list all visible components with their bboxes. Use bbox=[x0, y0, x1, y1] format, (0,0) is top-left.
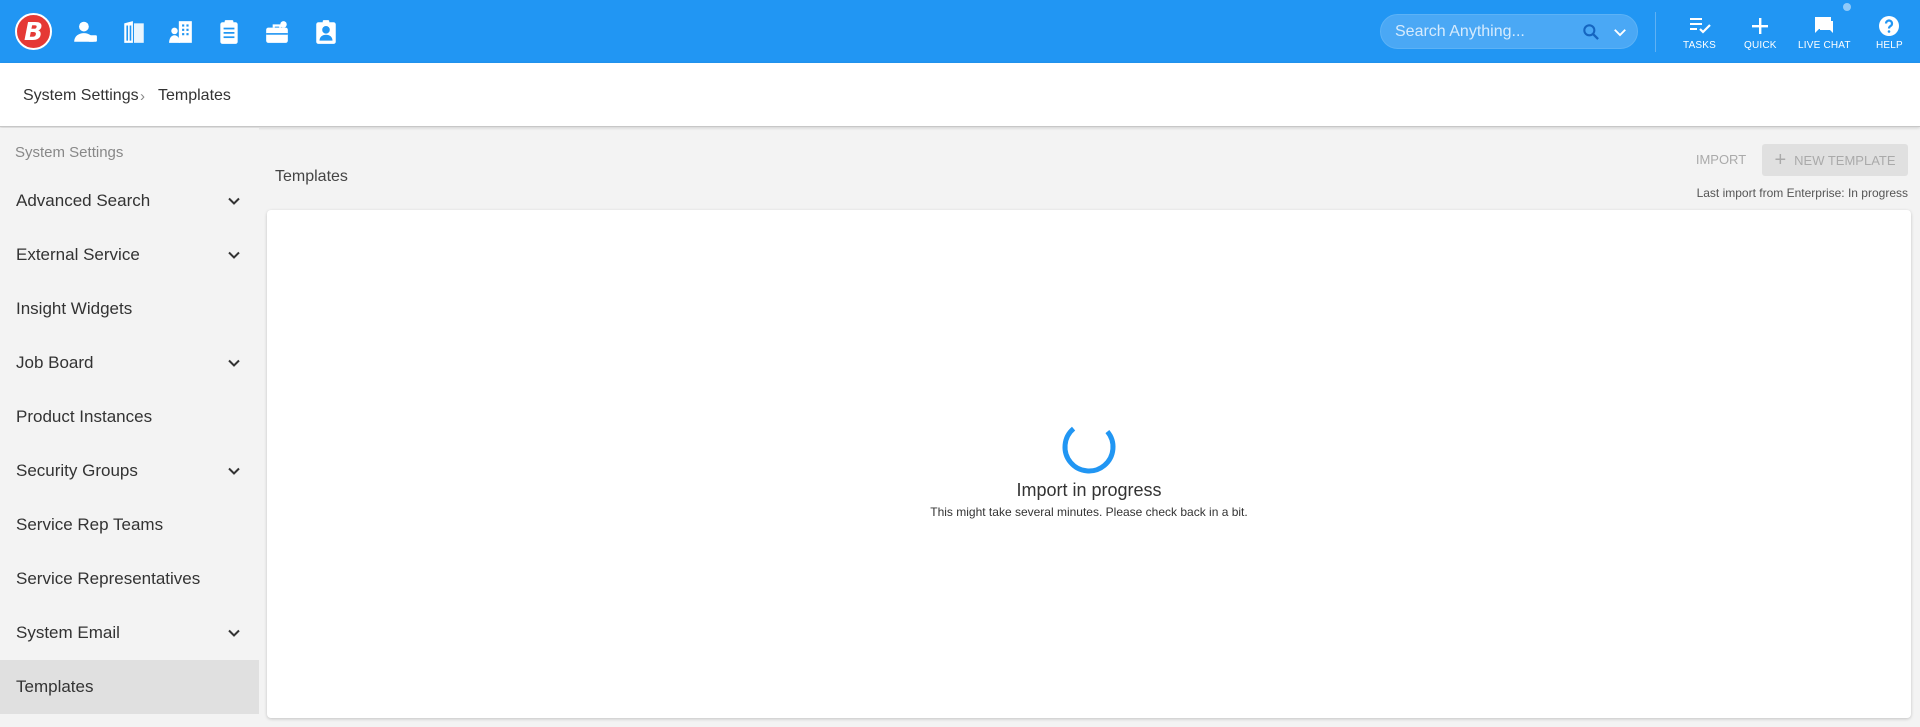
page-title: Templates bbox=[275, 168, 348, 185]
notification-dot bbox=[1843, 3, 1851, 11]
chevron-down-icon[interactable] bbox=[1611, 23, 1629, 41]
progress-message: This might take several minutes. Please … bbox=[930, 505, 1248, 519]
chevron-down-icon[interactable] bbox=[224, 623, 244, 643]
progress-title: Import in progress bbox=[1016, 480, 1162, 500]
live-chat-label: LIVE CHAT bbox=[1798, 40, 1851, 51]
sidebar-item-templates[interactable]: Templates bbox=[0, 660, 259, 714]
breadcrumb-current: Templates bbox=[158, 87, 231, 104]
loading-spinner-icon bbox=[1062, 426, 1116, 474]
help-label: HELP bbox=[1876, 40, 1903, 51]
help-icon bbox=[1879, 16, 1900, 36]
briefcase-icon[interactable] bbox=[262, 17, 292, 47]
help-button[interactable]: HELP bbox=[1876, 14, 1903, 54]
sidebar-item-label: Service Representatives bbox=[16, 569, 201, 588]
sidebar-item-external-service[interactable]: External Service bbox=[0, 228, 259, 282]
sidebar-item-label: Job Board bbox=[16, 353, 94, 372]
sidebar-item-label: System Email bbox=[16, 623, 120, 642]
quick-button[interactable]: QUICK bbox=[1744, 14, 1777, 54]
sidebar-item-label: Security Groups bbox=[16, 461, 138, 480]
chevron-down-icon[interactable] bbox=[224, 353, 244, 373]
sidebar-heading: System Settings bbox=[15, 144, 124, 161]
toolbar-divider bbox=[1655, 12, 1656, 52]
sidebar-item-job-board[interactable]: Job Board bbox=[0, 336, 259, 390]
sidebar-item-product-instances[interactable]: Product Instances bbox=[0, 390, 259, 444]
breadcrumb: System Settings › Templates bbox=[0, 63, 1920, 127]
quick-label: QUICK bbox=[1744, 40, 1777, 51]
sidebar-item-insight-widgets[interactable]: Insight Widgets bbox=[0, 282, 259, 336]
person-icon[interactable] bbox=[70, 17, 100, 47]
sidebar-item-label: Insight Widgets bbox=[16, 299, 133, 318]
chevron-down-icon[interactable] bbox=[224, 245, 244, 265]
sidebar-item-label: Templates bbox=[16, 677, 94, 696]
plus-icon bbox=[1752, 18, 1769, 34]
sidebar-item-service-representatives[interactable]: Service Representatives bbox=[0, 552, 259, 606]
chat-icon bbox=[1815, 17, 1834, 33]
contact-card-icon[interactable] bbox=[311, 17, 341, 47]
global-search[interactable] bbox=[1380, 14, 1638, 49]
tasks-icon bbox=[1689, 18, 1711, 34]
top-navigation-bar: B TASKS QUICK LIVE CHAT HELP bbox=[0, 0, 1920, 63]
settings-sidebar: System Settings Advanced Search External… bbox=[0, 128, 259, 727]
plus-icon: + bbox=[1774, 149, 1787, 171]
last-import-status: Last import from Enterprise: In progress bbox=[1696, 186, 1908, 200]
chevron-down-icon[interactable] bbox=[224, 461, 244, 481]
import-button[interactable]: IMPORT bbox=[1690, 145, 1752, 175]
building-icon[interactable] bbox=[119, 17, 149, 47]
clipboard-icon[interactable] bbox=[214, 17, 244, 47]
chevron-right-icon: › bbox=[140, 88, 145, 105]
sidebar-item-label: Advanced Search bbox=[16, 191, 151, 210]
app-logo[interactable]: B bbox=[15, 13, 52, 50]
chevron-down-icon[interactable] bbox=[224, 191, 244, 211]
sidebar-item-advanced-search[interactable]: Advanced Search bbox=[0, 174, 259, 228]
new-template-label: NEW TEMPLATE bbox=[1794, 152, 1896, 168]
new-template-button[interactable]: + NEW TEMPLATE bbox=[1762, 144, 1908, 176]
breadcrumb-root-link[interactable]: System Settings bbox=[23, 87, 139, 105]
sidebar-item-system-email[interactable]: System Email bbox=[0, 606, 259, 660]
live-chat-button[interactable]: LIVE CHAT bbox=[1798, 14, 1851, 54]
search-input[interactable] bbox=[1395, 15, 1575, 48]
tasks-button[interactable]: TASKS bbox=[1683, 14, 1716, 54]
tasks-label: TASKS bbox=[1683, 40, 1717, 51]
company-icon[interactable] bbox=[166, 17, 196, 47]
sidebar-item-label: Product Instances bbox=[16, 407, 153, 426]
sidebar-item-label: External Service bbox=[16, 245, 140, 264]
search-icon[interactable] bbox=[1581, 22, 1601, 42]
